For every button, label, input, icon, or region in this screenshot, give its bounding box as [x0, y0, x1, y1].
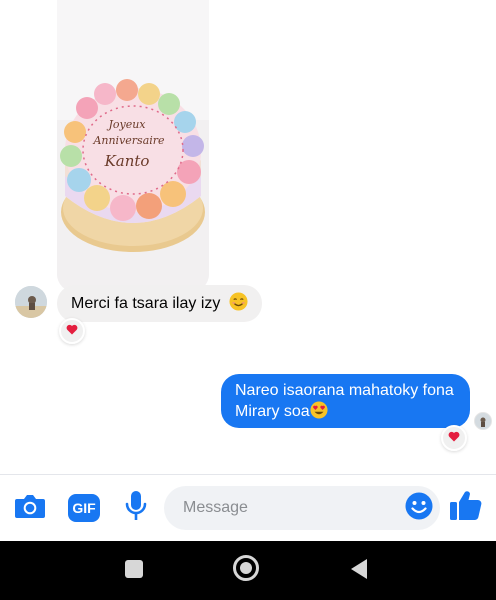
microphone-icon: [125, 490, 147, 527]
voice-message-button[interactable]: [121, 489, 151, 527]
cake-text-2: Anniversaire: [92, 134, 165, 147]
gif-label: GIF: [72, 500, 96, 516]
outgoing-message-bubble[interactable]: Nareo isaorana mahatoky fona Mirary soa: [221, 374, 470, 428]
smiling-face-emoji-icon: [229, 288, 248, 325]
reaction-heart-badge-outgoing[interactable]: [441, 425, 467, 451]
circle-home-icon: [232, 554, 260, 587]
outgoing-message-line-1: Nareo isaorana mahatoky fona: [235, 382, 454, 399]
like-button[interactable]: [446, 488, 486, 526]
message-input[interactable]: [164, 486, 440, 530]
heart-eyes-emoji-icon: [310, 401, 328, 425]
heart-icon: [448, 429, 460, 447]
heart-icon: [66, 322, 78, 340]
conversation-view: Joyeux Anniversaire Kanto Merci fa tsara…: [0, 0, 496, 474]
emoji-button[interactable]: [403, 492, 435, 524]
outgoing-message-line-2-text: Mirary soa: [235, 403, 310, 420]
reaction-heart-badge[interactable]: [59, 318, 85, 344]
thumbs-up-icon: [449, 489, 483, 526]
square-recents-icon: [124, 559, 144, 584]
incoming-message-text: Merci fa tsara ilay izy: [71, 295, 221, 312]
cake-text-1: Joyeux: [106, 118, 146, 131]
back-button[interactable]: [343, 555, 375, 587]
home-button[interactable]: [229, 553, 263, 587]
shared-photo[interactable]: Joyeux Anniversaire Kanto: [57, 0, 209, 292]
message-composer: GIF: [0, 475, 496, 541]
recents-button[interactable]: [118, 555, 150, 587]
cake-text-3: Kanto: [104, 152, 150, 170]
camera-icon: [14, 492, 46, 525]
incoming-message-bubble[interactable]: Merci fa tsara ilay izy: [57, 285, 262, 322]
camera-button[interactable]: [12, 491, 48, 525]
sender-avatar[interactable]: [15, 286, 47, 318]
emoji-icon: [405, 492, 433, 525]
triangle-back-icon: [349, 558, 369, 585]
cake-image: Joyeux Anniversaire Kanto: [57, 0, 209, 292]
read-receipt-avatar: [474, 412, 492, 430]
outgoing-message-line-2: Mirary soa: [235, 401, 456, 425]
gif-icon: GIF: [68, 494, 100, 522]
system-navigation-bar: [0, 541, 496, 600]
gif-button[interactable]: GIF: [66, 491, 102, 525]
